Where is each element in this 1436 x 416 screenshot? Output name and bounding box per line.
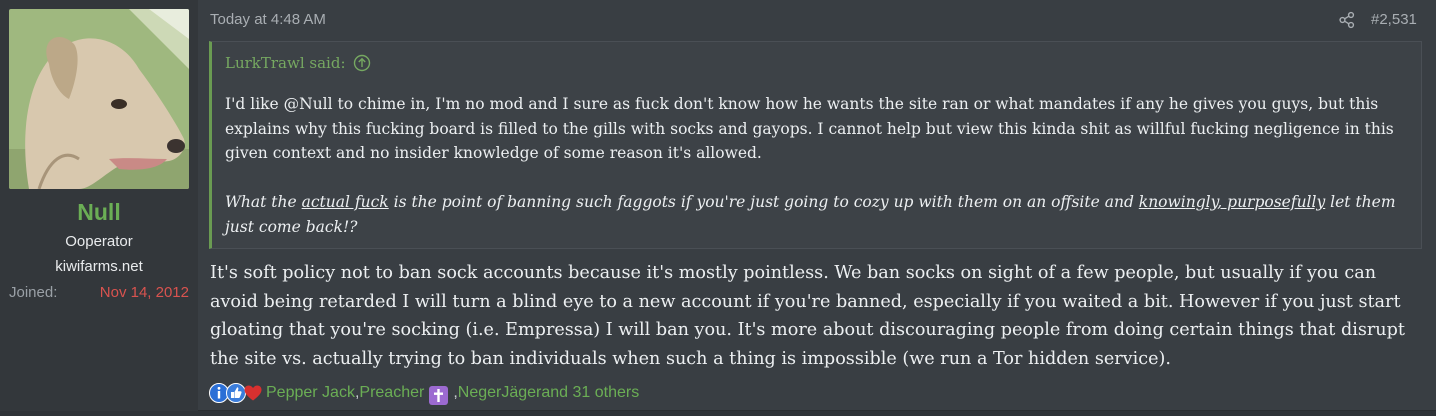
reaction-others-link[interactable]: and 31 others xyxy=(541,384,639,402)
user-avatar[interactable] xyxy=(9,9,189,189)
reaction-user-3[interactable]: NegerJäger xyxy=(458,384,542,402)
quote-underlined-text: actual fuck xyxy=(301,193,389,211)
quote-block: LurkTrawl said: I'd like @Null to chime … xyxy=(209,41,1422,249)
quote-header[interactable]: LurkTrawl said: xyxy=(225,54,371,72)
reaction-icons[interactable] xyxy=(209,383,263,403)
joined-label: Joined: xyxy=(9,284,58,301)
heart-reaction-icon[interactable] xyxy=(243,383,263,403)
share-icon[interactable] xyxy=(1338,11,1356,29)
user-sidebar: Null Ooperator kiwifarms.net Joined: Nov… xyxy=(0,0,198,411)
quote-paragraph-1: I'd like @Null to chime in, I'm no mod a… xyxy=(225,95,1394,162)
username[interactable]: Null xyxy=(0,199,198,226)
quote-author[interactable]: LurkTrawl said: xyxy=(225,54,346,72)
quote-text: is the point of banning such faggots if … xyxy=(388,193,1139,211)
reactions-bar[interactable]: Pepper Jack , Preacher , NegerJäger and … xyxy=(209,381,639,405)
user-title: Ooperator xyxy=(65,233,133,250)
up-arrow-circle-icon[interactable] xyxy=(353,54,371,72)
dog-avatar-icon xyxy=(9,9,189,189)
quote-body: I'd like @Null to chime in, I'm no mod a… xyxy=(225,92,1415,239)
post-timestamp[interactable]: Today at 4:48 AM xyxy=(210,11,326,28)
cross-badge-icon xyxy=(429,385,449,405)
post-number[interactable]: #2,531 xyxy=(1371,11,1417,28)
reaction-user-1[interactable]: Pepper Jack xyxy=(266,384,355,402)
quote-paragraph-2: What the actual fuck is the point of ban… xyxy=(225,190,1415,239)
joined-date: Nov 14, 2012 xyxy=(99,284,189,301)
user-banner: kiwifarms.net xyxy=(55,258,143,275)
quote-text: What the xyxy=(225,193,302,211)
post-container: Null Ooperator kiwifarms.net Joined: Nov… xyxy=(0,0,1436,411)
reaction-user-2[interactable]: Preacher xyxy=(359,384,424,402)
post-body: It's soft policy not to ban sock account… xyxy=(210,263,1405,369)
quote-underlined-text: knowingly, purposefully xyxy=(1138,193,1326,211)
